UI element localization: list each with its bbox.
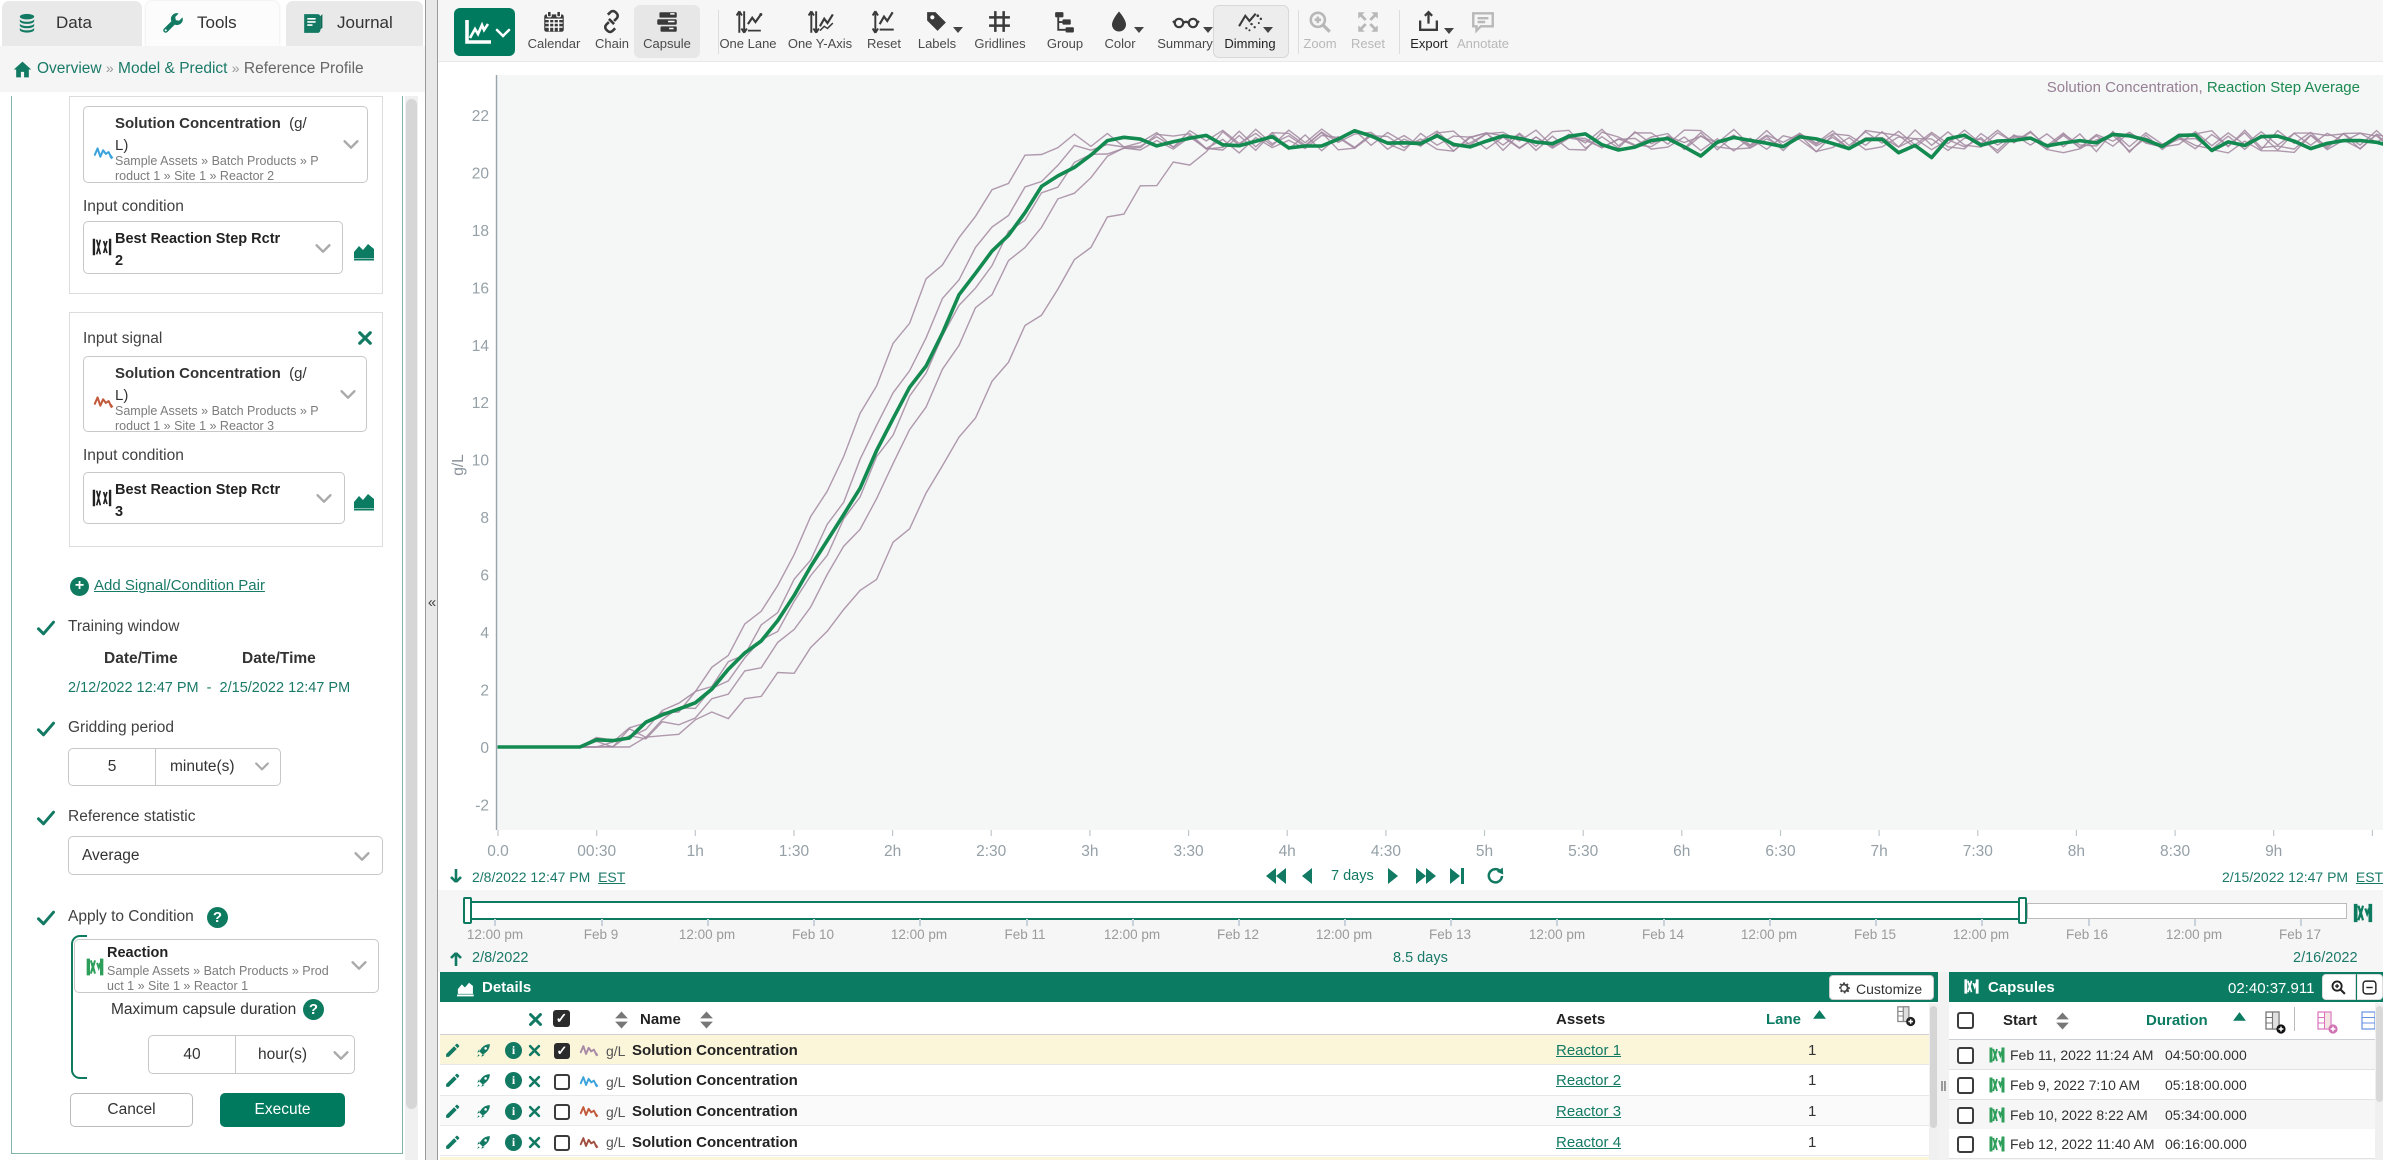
- svg-text:2h: 2h: [884, 843, 901, 860]
- svg-text:6: 6: [480, 568, 489, 585]
- svg-text:0: 0: [480, 740, 489, 757]
- svg-text:2: 2: [480, 683, 489, 700]
- svg-text:1h: 1h: [687, 843, 704, 860]
- svg-text:7h: 7h: [1870, 843, 1887, 860]
- svg-text:10: 10: [472, 453, 490, 470]
- svg-text:22: 22: [472, 108, 489, 125]
- svg-text:2:30: 2:30: [976, 843, 1007, 860]
- svg-text:18: 18: [472, 223, 489, 240]
- svg-text:9h: 9h: [2265, 843, 2282, 860]
- svg-text:12: 12: [472, 395, 489, 412]
- svg-text:4:30: 4:30: [1371, 843, 1402, 860]
- svg-text:8h: 8h: [2068, 843, 2085, 860]
- svg-text:4h: 4h: [1279, 843, 1296, 860]
- svg-text:7:30: 7:30: [1963, 843, 1994, 860]
- svg-text:20: 20: [472, 165, 490, 182]
- svg-text:8:30: 8:30: [2160, 843, 2191, 860]
- svg-text:16: 16: [472, 280, 489, 297]
- svg-text:Solution Concentration, Reacti: Solution Concentration, Reaction Step Av…: [2047, 79, 2360, 96]
- svg-text:3h: 3h: [1081, 843, 1098, 860]
- svg-text:5h: 5h: [1476, 843, 1493, 860]
- svg-text:5:30: 5:30: [1568, 843, 1599, 860]
- svg-text:6h: 6h: [1673, 843, 1690, 860]
- svg-text:-2: -2: [475, 798, 489, 815]
- svg-text:4: 4: [480, 625, 489, 642]
- svg-text:g/L: g/L: [450, 454, 467, 476]
- svg-text:8: 8: [480, 510, 489, 527]
- svg-text:00:30: 00:30: [577, 843, 616, 860]
- svg-text:6:30: 6:30: [1765, 843, 1796, 860]
- svg-text:1:30: 1:30: [779, 843, 810, 860]
- svg-text:14: 14: [472, 338, 490, 355]
- svg-text:3:30: 3:30: [1174, 843, 1205, 860]
- svg-text:0.0: 0.0: [487, 843, 509, 860]
